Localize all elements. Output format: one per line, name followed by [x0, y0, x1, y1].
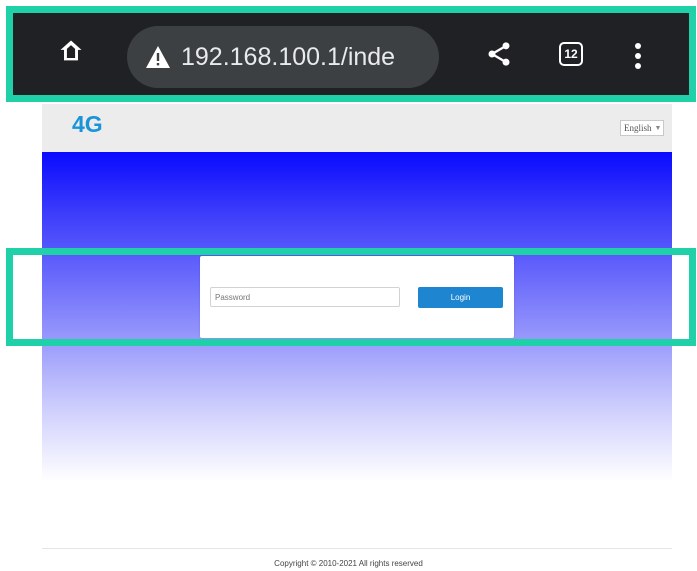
browser-toolbar: 192.168.100.1/inde 12 — [9, 9, 691, 98]
page: 192.168.100.1/inde 12 4G English ▼ Login… — [0, 0, 697, 571]
home-button[interactable] — [55, 35, 87, 67]
router-header: 4G English ▼ — [42, 104, 672, 152]
login-button[interactable]: Login — [418, 287, 503, 308]
url-text[interactable]: 192.168.100.1/inde — [181, 43, 395, 72]
tab-switcher-icon: 12 — [559, 42, 583, 66]
language-select-value: English — [624, 123, 652, 133]
more-menu-button[interactable] — [628, 40, 648, 72]
copyright-text: Copyright © 2010-2021 All rights reserve… — [274, 559, 423, 568]
more-vert-icon — [635, 43, 641, 69]
share-icon — [488, 42, 510, 66]
footer-divider — [42, 548, 672, 549]
address-bar[interactable]: 192.168.100.1/inde — [127, 26, 439, 88]
tab-switcher-button[interactable]: 12 — [557, 40, 585, 68]
chevron-down-icon: ▼ — [654, 124, 662, 132]
home-icon — [60, 40, 82, 61]
router-logo: 4G — [72, 111, 103, 137]
share-button[interactable] — [483, 38, 515, 70]
not-secure-warning-icon[interactable] — [145, 45, 171, 69]
language-select[interactable]: English ▼ — [620, 120, 664, 136]
login-panel: Login — [200, 256, 514, 338]
password-input[interactable] — [210, 287, 400, 307]
